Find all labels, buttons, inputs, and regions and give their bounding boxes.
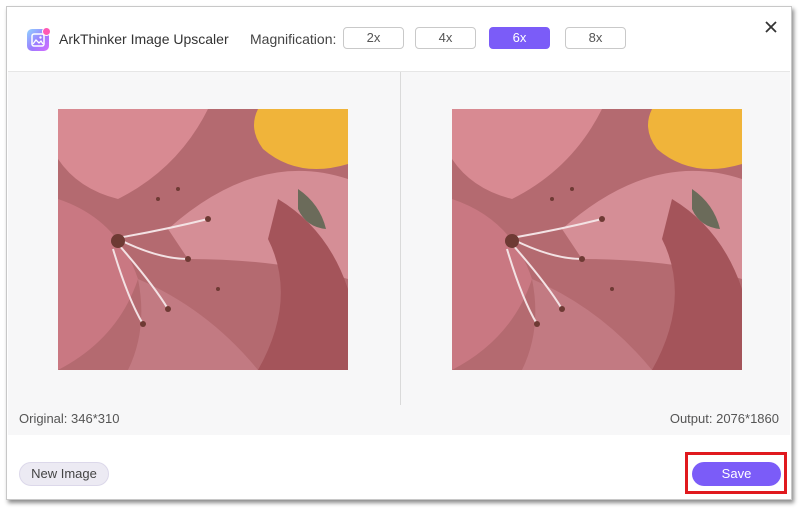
magnification-2x-button[interactable]: 2x xyxy=(343,27,404,49)
output-resolution: Output: 2076*1860 xyxy=(669,411,779,426)
original-image xyxy=(58,109,348,370)
output-image xyxy=(452,109,742,370)
magnification-8x-button[interactable]: 8x xyxy=(565,27,626,49)
new-image-button[interactable]: New Image xyxy=(19,462,109,486)
resolution-info-bar: Original: 346*310 Output: 2076*1860 xyxy=(8,405,790,435)
save-button[interactable]: Save xyxy=(692,462,781,486)
upscaler-dialog: ArkThinker Image Upscaler Magnification:… xyxy=(6,6,792,500)
original-resolution: Original: 346*310 xyxy=(19,411,120,426)
preview-divider xyxy=(400,72,401,406)
close-icon[interactable] xyxy=(761,17,781,37)
title-bar: ArkThinker Image Upscaler Magnification:… xyxy=(7,7,791,71)
magnification-4x-button[interactable]: 4x xyxy=(415,27,476,49)
image-upscaler-icon xyxy=(27,27,51,51)
magnification-label: Magnification: xyxy=(250,31,337,47)
app-title: ArkThinker Image Upscaler xyxy=(59,31,229,47)
notification-dot xyxy=(42,27,51,36)
preview-area xyxy=(8,71,790,407)
magnification-6x-button[interactable]: 6x xyxy=(489,27,550,49)
